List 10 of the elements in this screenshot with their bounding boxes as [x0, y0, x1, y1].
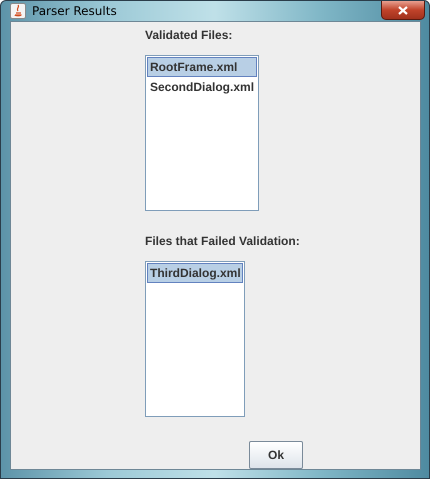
java-icon	[10, 3, 26, 19]
file-list-item[interactable]: ThirdDialog.xml	[147, 263, 243, 283]
file-list-item[interactable]: SecondDialog.xml	[147, 77, 257, 97]
ok-button[interactable]: Ok	[249, 441, 303, 469]
window-title: Parser Results	[32, 4, 117, 18]
file-list-item[interactable]: RootFrame.xml	[147, 57, 257, 77]
close-button[interactable]	[381, 1, 425, 20]
list-label: Validated Files:	[145, 28, 234, 42]
close-icon	[398, 6, 408, 14]
list-label: Files that Failed Validation:	[145, 234, 301, 248]
